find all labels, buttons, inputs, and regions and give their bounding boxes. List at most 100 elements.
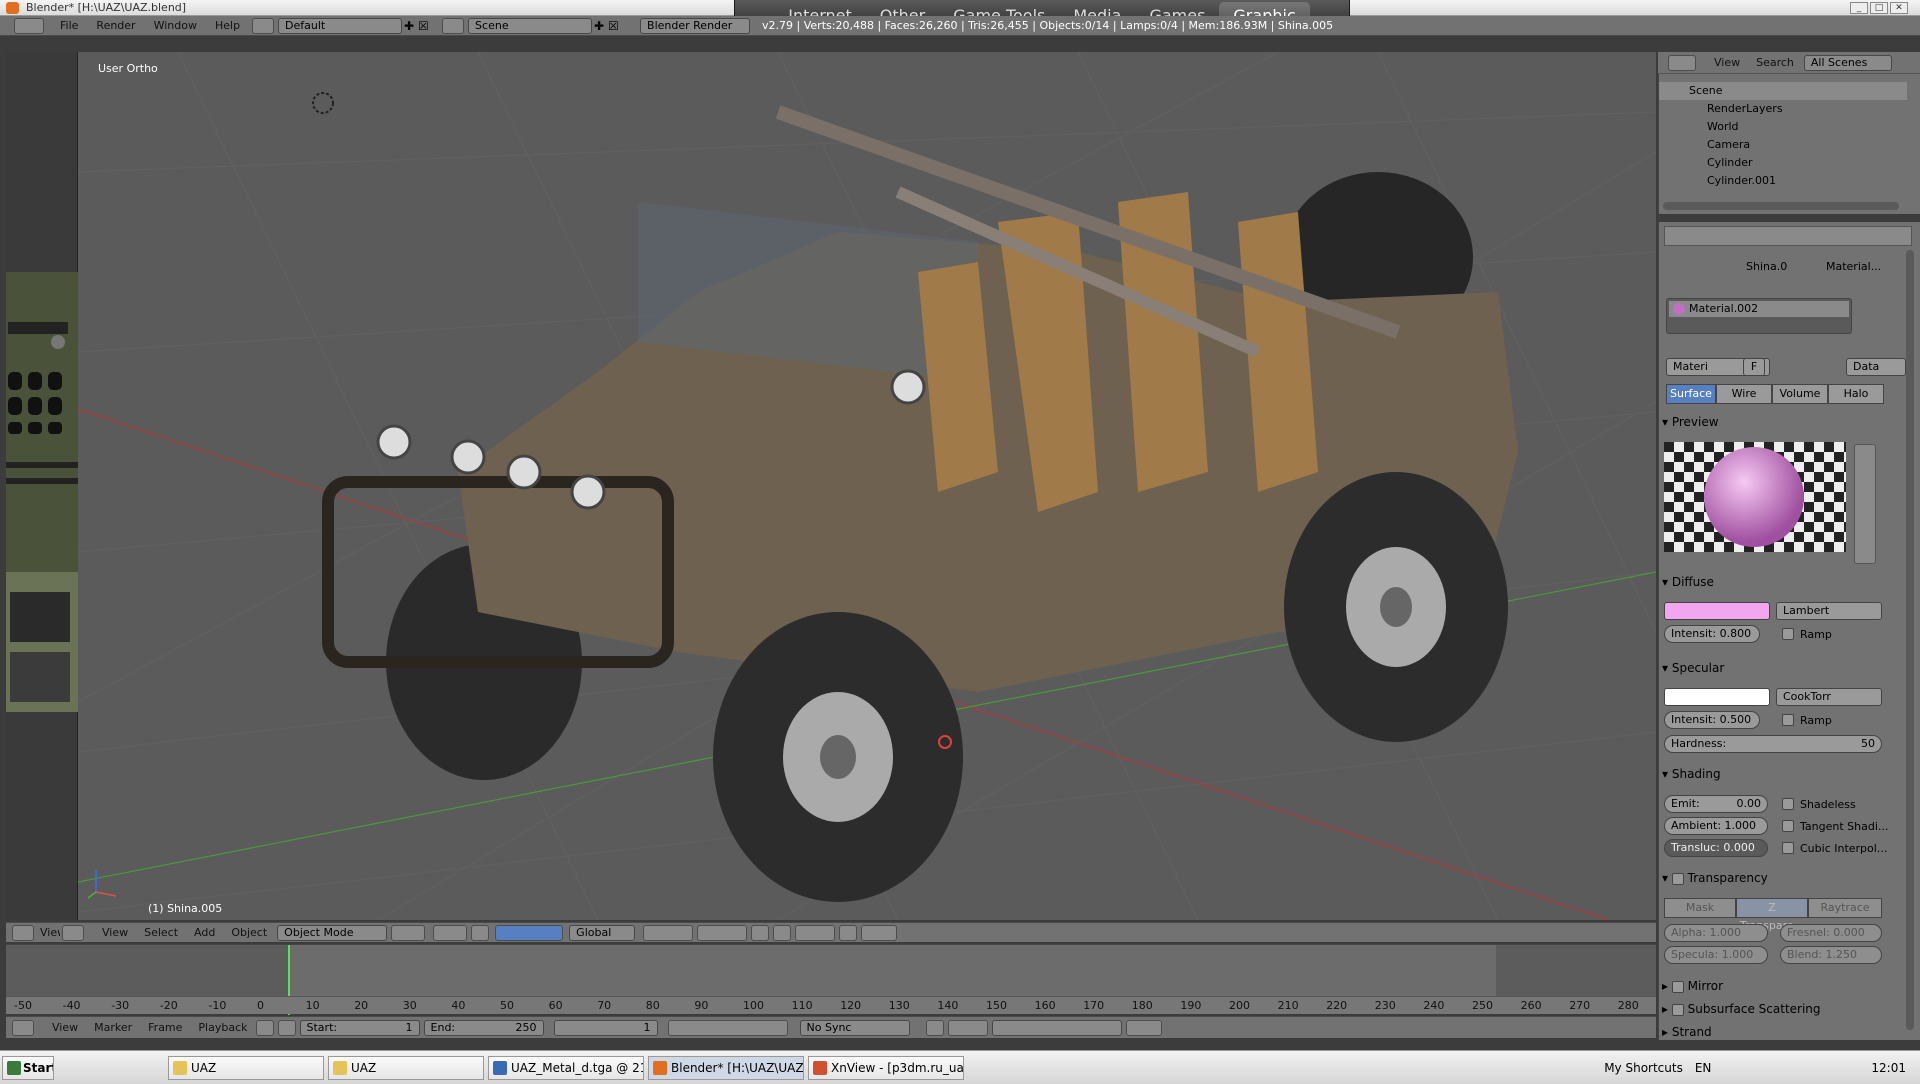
data-link-select[interactable]: Data <box>1846 358 1906 376</box>
menu-render[interactable]: Render <box>90 18 141 34</box>
scene-field[interactable]: Scene <box>468 17 593 34</box>
editor-type-icon[interactable] <box>12 924 34 941</box>
translucency-field[interactable]: Transluc: 0.000 <box>1664 839 1768 857</box>
uv-image-strip[interactable] <box>6 52 78 920</box>
panel-strand-header[interactable]: ▸ Strand <box>1662 1022 1912 1042</box>
playback-controls-icon[interactable] <box>667 1019 788 1036</box>
record-icon[interactable] <box>925 1019 944 1036</box>
menu-select[interactable]: Select <box>138 925 184 941</box>
timeline-menu-view[interactable]: View <box>46 1020 84 1036</box>
transform-widgets-icon[interactable] <box>495 924 564 941</box>
alpha-field[interactable]: Alpha: 1.000 <box>1664 924 1768 942</box>
task-xnview[interactable]: XnView - [p3dm.ru_uaz... <box>808 1055 964 1080</box>
outliner-item-renderlayers[interactable]: RenderLayers <box>1659 100 1907 118</box>
tangent-shading-checkbox[interactable] <box>1782 820 1794 832</box>
viewport-shading-icon[interactable] <box>391 924 426 941</box>
timeline-menu-playback[interactable]: Playback <box>192 1020 253 1036</box>
outliner-item-camera[interactable]: Camera <box>1659 136 1907 154</box>
quick-launch-icons[interactable] <box>56 1056 166 1080</box>
transparency-raytrace-button[interactable]: Raytrace <box>1808 898 1882 918</box>
task-uaz-1[interactable]: UAZ <box>168 1055 324 1080</box>
timeline-ruler[interactable]: -50 -40 -30 -20 -10 0 10 20 30 40 50 60 70 80 90 100 110… <box>6 996 1656 1014</box>
preview-range-icon[interactable] <box>255 1019 274 1036</box>
menu-window[interactable]: Window <box>148 18 203 34</box>
add-scene-icon[interactable]: ✚ <box>594 19 608 33</box>
diffuse-shader-select[interactable]: Lambert <box>1776 602 1882 620</box>
snap-icon[interactable] <box>795 924 836 941</box>
outliner-item-world[interactable]: World <box>1659 118 1907 136</box>
outliner-hscrollbar[interactable] <box>1663 202 1899 210</box>
scene-icon[interactable] <box>442 17 465 34</box>
outliner-menu-view[interactable]: View <box>1708 55 1746 71</box>
diffuse-ramp-checkbox[interactable] <box>1782 628 1794 640</box>
layers-icon[interactable] <box>643 924 694 941</box>
properties-scrollbar[interactable] <box>1906 250 1914 1030</box>
remove-layout-icon[interactable]: ☒ <box>418 19 434 33</box>
tab-halo[interactable]: Halo <box>1828 384 1884 404</box>
menu-view[interactable]: View <box>96 925 134 941</box>
transparency-checkbox[interactable] <box>1671 872 1684 885</box>
opengl-render-icon[interactable] <box>839 924 858 941</box>
specular-ramp-checkbox[interactable] <box>1782 714 1794 726</box>
sss-checkbox[interactable] <box>1671 1003 1684 1016</box>
outliner-menu-search[interactable]: Search <box>1750 55 1800 71</box>
render-engine-select[interactable]: Blender Render <box>640 17 751 34</box>
tab-wire[interactable]: Wire <box>1716 384 1772 404</box>
transform-orientation-select[interactable]: Global <box>569 924 636 941</box>
hardness-field[interactable]: Hardness: 50 <box>1664 735 1882 753</box>
outliner-item-scene[interactable]: Scene <box>1659 82 1907 100</box>
breadcrumb-object[interactable]: Shina.0 <box>1746 260 1787 273</box>
start-button[interactable]: Start <box>2 1055 54 1080</box>
interaction-mode-select[interactable]: Object Mode <box>277 924 388 941</box>
info-editor-type-icon[interactable] <box>14 17 44 34</box>
task-uaz-2[interactable]: UAZ <box>328 1055 484 1080</box>
outliner-item-cylinder[interactable]: Cylinder <box>1659 154 1907 172</box>
menu-object[interactable]: Object <box>225 925 273 941</box>
menu-file[interactable]: File <box>54 18 84 34</box>
menu-help[interactable]: Help <box>209 18 246 34</box>
specular-intensity-field[interactable]: Intensit: 0.500 <box>1664 711 1760 729</box>
fresnel-field[interactable]: Fresnel: 0.000 <box>1780 924 1882 942</box>
end-frame-field[interactable]: End: 250 <box>423 1019 544 1036</box>
panel-mirror-header[interactable]: ▸ Mirror <box>1662 976 1912 996</box>
screen-layout-field[interactable]: Default <box>278 17 403 34</box>
remove-scene-icon[interactable]: ☒ <box>608 19 624 33</box>
close-button[interactable]: ✕ <box>1890 2 1908 14</box>
lock-range-icon[interactable] <box>277 1019 296 1036</box>
timeline-menu-marker[interactable]: Marker <box>88 1020 138 1036</box>
opengl-anim-icon[interactable] <box>861 924 898 941</box>
properties-context-tabs[interactable] <box>1664 226 1912 246</box>
outliner-display-mode[interactable]: All Scenes <box>1803 54 1892 71</box>
start-frame-field[interactable]: Start: 1 <box>299 1019 420 1036</box>
transparency-mask-button[interactable]: Mask <box>1664 898 1736 918</box>
my-shortcuts-toolbar[interactable]: My Shortcuts <box>1604 1061 1683 1075</box>
proportional-edit-icon[interactable] <box>773 924 792 941</box>
mirror-checkbox[interactable] <box>1671 980 1684 993</box>
screen-layout-icon[interactable] <box>252 17 275 34</box>
insert-keyframe-icon[interactable] <box>1125 1019 1162 1036</box>
breadcrumb-material[interactable]: Material... <box>1826 260 1881 273</box>
emit-field[interactable]: Emit: 0.00 <box>1664 795 1768 813</box>
cubic-interpolation-checkbox[interactable] <box>1782 842 1794 854</box>
keying-set-icon[interactable] <box>947 1019 988 1036</box>
minimize-button[interactable]: _ <box>1850 2 1868 14</box>
transparency-ztransp-button[interactable]: Z Transpare... <box>1736 898 1808 932</box>
sync-mode-select[interactable]: No Sync <box>799 1019 910 1036</box>
timeline-menu-frame[interactable]: Frame <box>142 1020 188 1036</box>
specular-color-swatch[interactable] <box>1664 688 1770 706</box>
material-slot-item[interactable]: Material.002 <box>1669 301 1849 317</box>
panel-diffuse-header[interactable]: ▾ Diffuse <box>1662 572 1912 592</box>
3d-viewport[interactable]: User Ortho (1) Shina.005 <box>78 52 1656 920</box>
lock-layers-icon[interactable] <box>751 924 770 941</box>
tab-surface[interactable]: Surface <box>1666 384 1716 404</box>
menu-add[interactable]: Add <box>188 925 221 941</box>
panel-shading-header[interactable]: ▾ Shading <box>1662 764 1912 784</box>
view-menu-collapsed[interactable]: View <box>36 925 60 941</box>
panel-preview-header[interactable]: ▾ Preview <box>1662 412 1912 432</box>
blend-field[interactable]: Blend: 1.250 <box>1780 946 1882 964</box>
language-indicator[interactable]: EN <box>1695 1061 1712 1075</box>
system-tray-icons[interactable] <box>1761 1058 1871 1078</box>
specular-alpha-field[interactable]: Specula: 1.000 <box>1664 946 1768 964</box>
panel-transparency-header[interactable]: ▾ Transparency <box>1662 868 1912 888</box>
panel-sss-header[interactable]: ▸ Subsurface Scattering <box>1662 999 1912 1019</box>
